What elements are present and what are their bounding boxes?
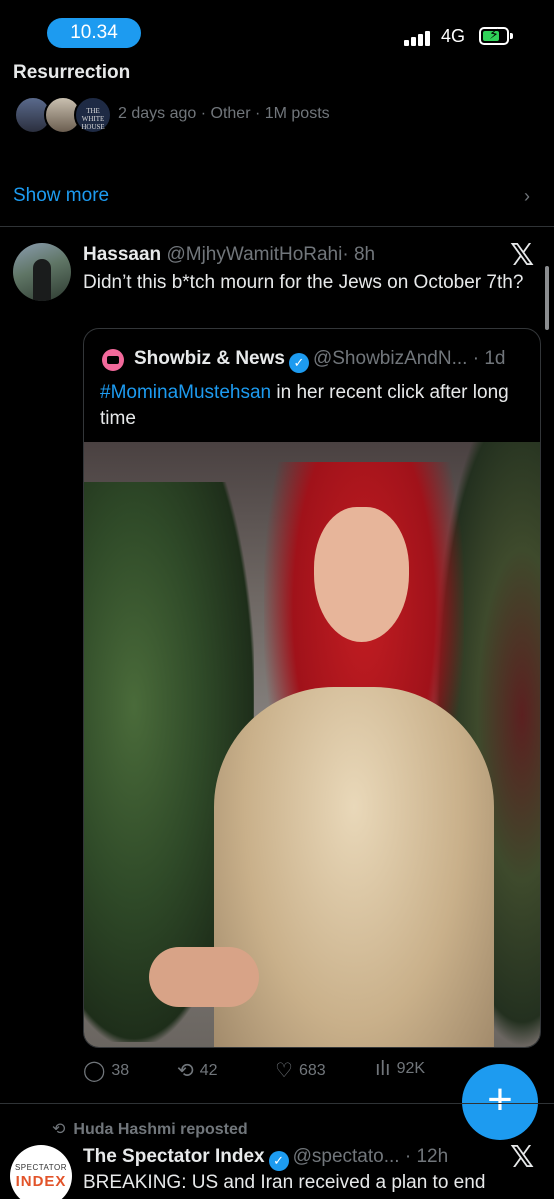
divider bbox=[0, 1103, 554, 1104]
network-type: 4G bbox=[441, 26, 466, 46]
quoted-author-handle: @ShowbizAndN... bbox=[312, 348, 468, 369]
tweet-time: · 12h bbox=[404, 1146, 449, 1167]
hassaan-avatar[interactable] bbox=[13, 243, 71, 301]
trend-avatars[interactable]: THE WHITE HOUSE bbox=[14, 96, 112, 134]
quoted-tweet-header: Showbiz & News ✓ @ShowbizAndN... · 1d bbox=[134, 348, 505, 373]
verified-icon: ✓ bbox=[268, 1151, 289, 1171]
tweet-text: Didn’t this b*tch mourn for the Jews on … bbox=[83, 272, 524, 293]
show-more-link[interactable]: Show more bbox=[13, 185, 109, 207]
battery-icon: ⚡ bbox=[479, 26, 513, 45]
repost-icon: ⟲ bbox=[177, 1060, 194, 1082]
repost-indicator[interactable]: ⟲ Huda Hashmi reposted bbox=[52, 1119, 248, 1139]
views-button[interactable]: ılı 92K bbox=[375, 1058, 425, 1081]
tweet-header: Hassaan @MjhyWamitHoRahi· 8h bbox=[83, 244, 375, 266]
status-time: 10.34 bbox=[47, 18, 141, 48]
scrollbar[interactable] bbox=[545, 266, 549, 330]
tweet-time: · 8h bbox=[342, 244, 376, 265]
hashtag-link[interactable]: #MominaMustehsan bbox=[100, 382, 271, 403]
divider bbox=[0, 226, 554, 227]
repost-button[interactable]: ⟲ 42 bbox=[177, 1058, 218, 1083]
spectator-avatar[interactable]: SPECTATOR INDEX bbox=[10, 1145, 72, 1199]
like-count: 683 bbox=[298, 1062, 326, 1079]
tweet-author-handle[interactable]: @MjhyWamitHoRahi bbox=[166, 244, 342, 265]
white-house-avatar: THE WHITE HOUSE bbox=[74, 96, 112, 134]
compose-plus-icon[interactable]: + bbox=[462, 1064, 538, 1140]
repost-count: 42 bbox=[199, 1062, 218, 1079]
trend-meta: 2 days ago · Other · 1M posts bbox=[118, 105, 330, 122]
status-bar: 10.34 4G ⚡ bbox=[0, 0, 554, 56]
views-count: 92K bbox=[396, 1060, 426, 1077]
quoted-tweet-time: · 1d bbox=[472, 348, 506, 369]
like-button[interactable]: ♡ 683 bbox=[275, 1058, 326, 1083]
reply-count: 38 bbox=[111, 1062, 130, 1079]
repost-icon: ⟲ bbox=[52, 1121, 66, 1138]
tweet-author-name[interactable]: The Spectator Index bbox=[83, 1146, 265, 1167]
reply-icon: ◯ bbox=[83, 1060, 106, 1082]
quoted-tweet-photo[interactable] bbox=[84, 442, 540, 1047]
chevron-right-icon[interactable]: › bbox=[524, 186, 530, 207]
spectator-avatar-line1: SPECTATOR bbox=[14, 1163, 68, 1172]
quoted-author-name: Showbiz & News bbox=[134, 348, 285, 369]
quoted-tweet[interactable]: Showbiz & News ✓ @ShowbizAndN... · 1d #Mom… bbox=[83, 328, 541, 1048]
repost-indicator-label: Huda Hashmi reposted bbox=[73, 1121, 248, 1138]
x-logo-icon: 𝕏 bbox=[510, 1140, 535, 1175]
showbiz-avatar bbox=[102, 349, 124, 371]
verified-icon: ✓ bbox=[288, 353, 309, 373]
tweet-header: The Spectator Index ✓ @spectato... · 12h bbox=[83, 1146, 448, 1171]
reply-button[interactable]: ◯ 38 bbox=[83, 1058, 129, 1083]
tweet-author-name[interactable]: Hassaan bbox=[83, 244, 161, 265]
views-icon: ılı bbox=[375, 1058, 391, 1080]
spectator-avatar-line2: INDEX bbox=[15, 1173, 67, 1190]
tweet-text: BREAKING: US and Iran received a plan to… bbox=[83, 1172, 486, 1193]
quoted-tweet-text: #MominaMustehsan in her recent click aft… bbox=[100, 380, 530, 432]
white-house-avatar-text: THE WHITE HOUSE bbox=[81, 107, 105, 131]
trend-title[interactable]: Resurrection bbox=[13, 58, 130, 80]
tweet-author-handle[interactable]: @spectato... bbox=[293, 1146, 400, 1167]
like-icon: ♡ bbox=[275, 1060, 293, 1082]
signal-icon bbox=[404, 28, 434, 46]
x-logo-icon: 𝕏 bbox=[510, 238, 535, 273]
